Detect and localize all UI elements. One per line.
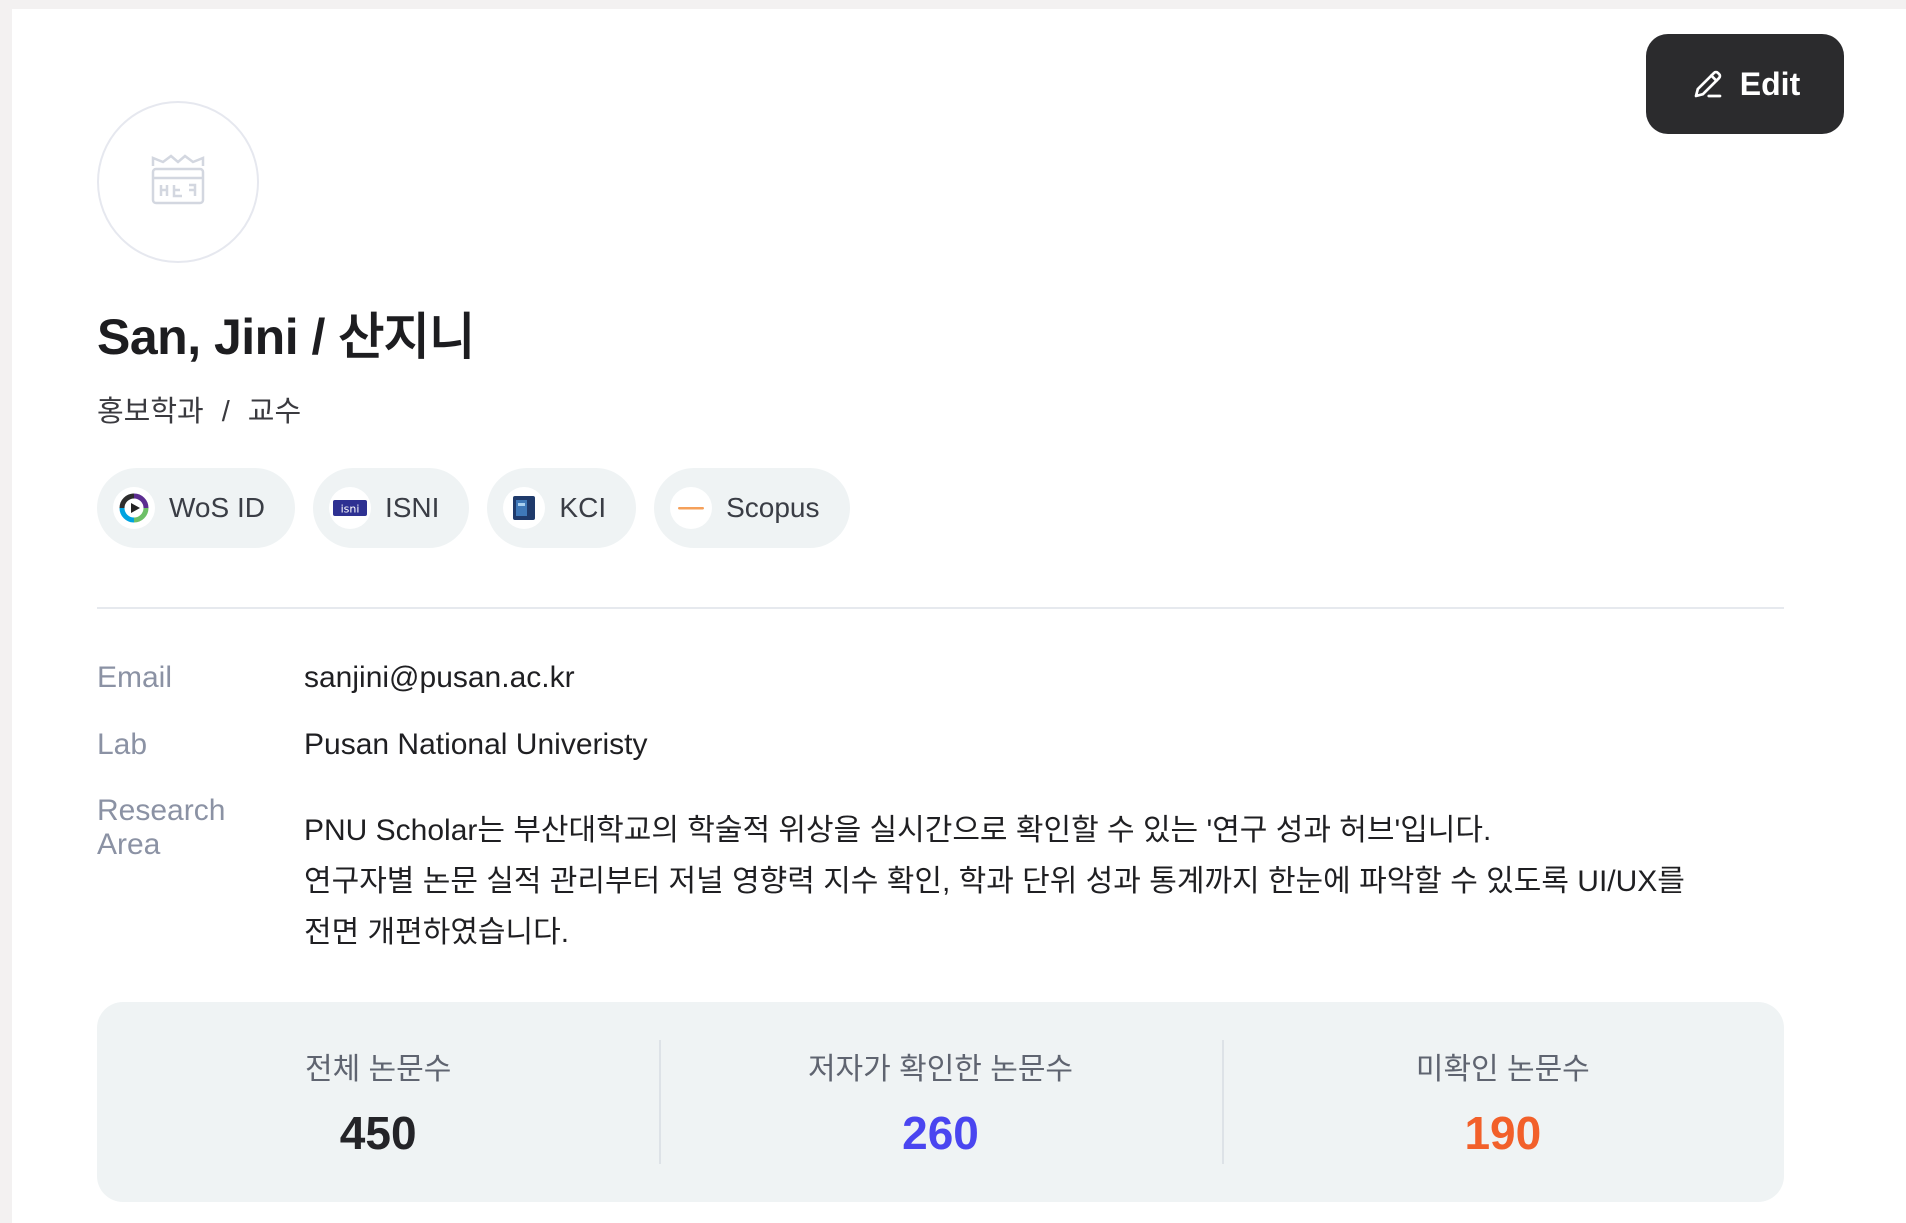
stat-value: 190 [1464,1107,1542,1159]
stat-label: 저자가 확인한 논문수 [807,1053,1074,1086]
stat-label: 전체 논문수 [304,1053,452,1086]
wos-logo-icon [113,487,155,529]
section-divider [97,607,1784,609]
stat-value: 260 [902,1107,979,1159]
isni-chip[interactable]: isni ISNI [312,468,470,548]
profile-card: Edit San, Jini / 산지니 홍보학과 / 교수 WoS ID is… [12,9,1906,1223]
scopus-chip[interactable]: Scopus [654,468,850,548]
position: 교수 [247,396,302,428]
affiliation-separator: / [221,396,230,428]
research-area-line: 연구자별 논문 실적 관리부터 저널 영향력 지수 확인, 학과 단위 성과 통… [304,865,1685,898]
edit-button[interactable]: Edit [1646,34,1844,134]
pencil-icon [1690,66,1726,102]
university-emblem-icon [147,152,209,213]
stat-unconfirmed-papers: 미확인 논문수 190 [1221,1002,1784,1202]
email-value[interactable]: sanjini@pusan.ac.kr [304,661,575,695]
scopus-logo-icon [670,487,713,529]
scopus-label: Scopus [726,492,820,523]
stat-value: 450 [339,1107,417,1159]
researcher-id-links: WoS ID isni ISNI KCI Scopus [97,468,850,548]
lab-value: Pusan National Univeristy [304,728,648,761]
stat-label: 미확인 논문수 [1415,1053,1590,1086]
wos-id-label: WoS ID [169,492,265,523]
isni-logo-icon: isni [328,487,371,529]
researcher-name: San, Jini / 산지니 [97,309,475,365]
research-area-line: PNU Scholar는 부산대학교의 학술적 위상을 실시간으로 확인할 수 … [304,814,1492,847]
research-area-label-line-2: Area [97,828,161,861]
wos-id-chip[interactable]: WoS ID [97,468,295,548]
research-area-label: Research Area [97,794,225,862]
department: 홍보학과 [97,396,204,428]
research-area-description: PNU Scholar는 부산대학교의 학술적 위상을 실시간으로 확인할 수 … [304,805,1774,958]
svg-text:isni: isni [341,503,360,516]
paper-stats-panel: 전체 논문수 450 저자가 확인한 논문수 260 미확인 논문수 190 [97,1002,1784,1202]
research-area-line: 전면 개편하였습니다. [304,916,570,949]
kci-logo-icon [503,487,546,529]
kci-chip[interactable]: KCI [487,468,637,548]
stat-confirmed-papers: 저자가 확인한 논문수 260 [659,1002,1221,1202]
edit-button-label: Edit [1739,65,1801,102]
stat-total-papers: 전체 논문수 450 [97,1002,659,1202]
affiliation: 홍보학과 / 교수 [97,388,301,430]
email-label: Email [97,661,173,694]
lab-label: Lab [97,728,148,761]
avatar [97,101,259,263]
kci-label: KCI [559,492,607,523]
research-area-label-line-1: Research [97,794,226,827]
isni-label: ISNI [384,492,440,523]
